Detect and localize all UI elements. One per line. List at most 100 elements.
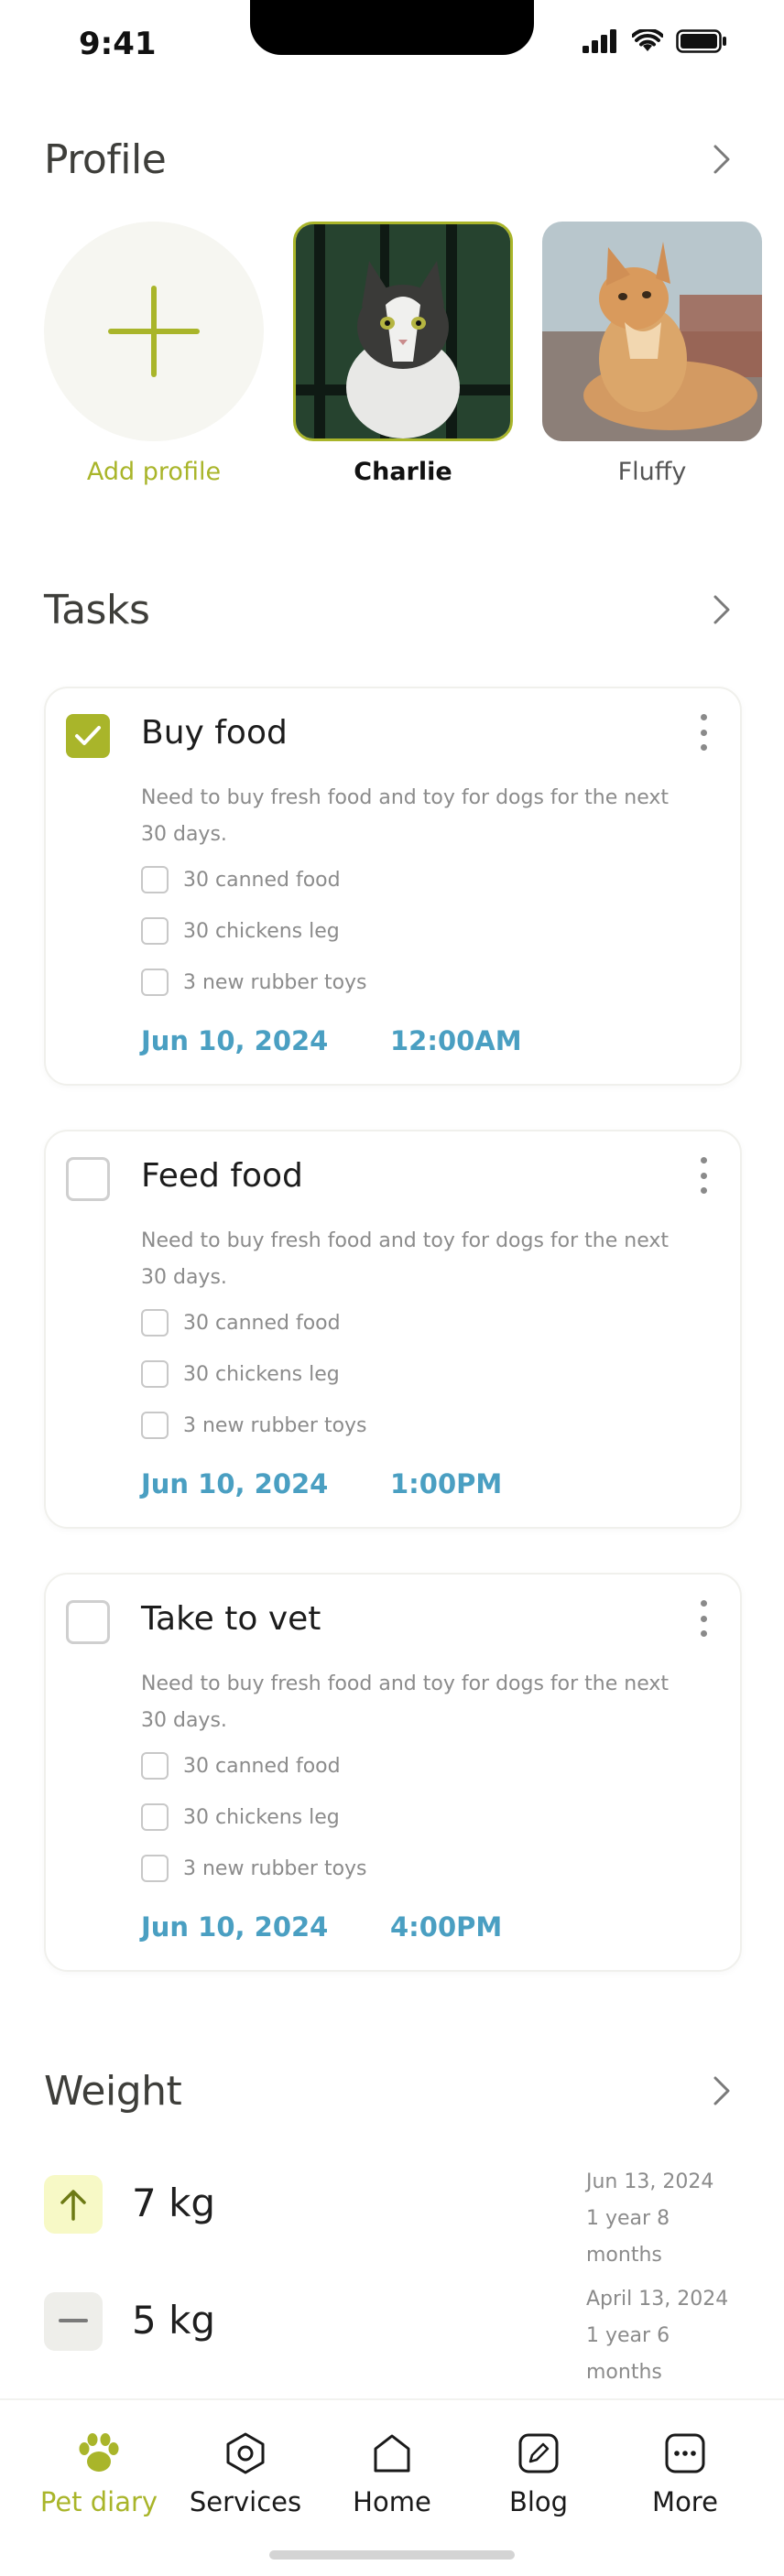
tasks-more-chevron-icon[interactable]: [703, 591, 740, 628]
task-description: Need to buy fresh food and toy for dogs …: [141, 786, 669, 846]
profile-card-charlie[interactable]: Charlie: [293, 222, 513, 486]
nav-item-blog[interactable]: Blog: [465, 2428, 612, 2517]
more-icon: [612, 2428, 758, 2479]
pet-name-fluffy: Fluffy: [617, 458, 687, 486]
pet-photo-charlie[interactable]: [293, 222, 513, 441]
subtask-item[interactable]: 3 new rubber toys: [141, 967, 367, 998]
profile-carousel: Add profile Charlie Fluffy: [44, 222, 784, 496]
nav-item-services[interactable]: Services: [172, 2428, 319, 2517]
weight-date: April 13, 2024: [586, 2288, 729, 2311]
task-date[interactable]: Jun 10, 2024: [141, 1911, 328, 1943]
task-title: Buy food: [141, 714, 288, 752]
subtask-checkbox[interactable]: [141, 1803, 169, 1831]
weight-title: Weight: [44, 2067, 182, 2115]
subtask-checkbox[interactable]: [141, 1309, 169, 1337]
profile-card-fluffy[interactable]: Fluffy: [542, 222, 762, 486]
subtask-item[interactable]: 30 canned food: [141, 864, 341, 895]
minus-icon: [44, 2292, 103, 2351]
subtask-label: 30 chickens leg: [183, 1805, 340, 1829]
profile-more-chevron-icon[interactable]: [703, 141, 740, 178]
task-date[interactable]: Jun 10, 2024: [141, 1468, 328, 1499]
battery-icon: [676, 29, 726, 53]
subtask-label: 30 chickens leg: [183, 1362, 340, 1386]
add-profile-button[interactable]: Add profile: [44, 222, 264, 486]
home-icon: [319, 2428, 465, 2479]
subtask-checkbox[interactable]: [141, 1855, 169, 1882]
more-vertical-icon[interactable]: [698, 1600, 709, 1637]
weight-value: 5 kg: [132, 2298, 216, 2343]
add-profile-circle[interactable]: [44, 222, 264, 441]
nav-item-home[interactable]: Home: [319, 2428, 465, 2517]
weight-section-header: Weight: [44, 2063, 740, 2118]
task-card[interactable]: Feed food Need to buy fresh food and toy…: [44, 1130, 742, 1529]
subtask-label: 30 chickens leg: [183, 919, 340, 943]
weight-more-chevron-icon[interactable]: [703, 2073, 740, 2109]
subtask-item[interactable]: 30 canned food: [141, 1307, 341, 1338]
weight-entry[interactable]: 7 kg Jun 13, 2024 1 year 8 months: [44, 2164, 740, 2267]
profile-section-header: Profile: [44, 132, 740, 187]
nav-label: Home: [353, 2486, 431, 2517]
task-date[interactable]: Jun 10, 2024: [141, 1025, 328, 1056]
subtask-label: 3 new rubber toys: [183, 1413, 367, 1437]
task-description: Need to buy fresh food and toy for dogs …: [141, 1672, 669, 1732]
profile-title: Profile: [44, 135, 167, 183]
status-bar: 9:41: [0, 0, 784, 92]
subtask-checkbox[interactable]: [141, 917, 169, 945]
subtask-item[interactable]: 30 chickens leg: [141, 915, 340, 947]
weight-date-info: April 13, 2024 1 year 6 months: [586, 2281, 740, 2391]
weight-age: 1 year 6 months: [586, 2324, 670, 2384]
task-time[interactable]: 4:00PM: [390, 1911, 502, 1943]
task-card[interactable]: Take to vet Need to buy fresh food and t…: [44, 1573, 742, 1972]
tasks-title: Tasks: [44, 586, 150, 633]
device-notch: [250, 0, 534, 55]
subtask-checkbox[interactable]: [141, 1752, 169, 1780]
paw-icon: [26, 2428, 172, 2479]
nav-label: Services: [189, 2486, 302, 2517]
subtask-item[interactable]: 3 new rubber toys: [141, 1853, 367, 1884]
subtask-checkbox[interactable]: [141, 1412, 169, 1439]
subtask-item[interactable]: 30 chickens leg: [141, 1802, 340, 1833]
home-indicator[interactable]: [269, 2550, 515, 2560]
add-profile-label: Add profile: [86, 458, 222, 486]
pet-photo-fluffy[interactable]: [542, 222, 762, 441]
subtask-checkbox[interactable]: [141, 1360, 169, 1388]
status-time: 9:41: [79, 26, 157, 62]
services-icon: [172, 2428, 319, 2479]
up-arrow-icon: [44, 2175, 103, 2234]
subtask-label: 30 canned food: [183, 868, 341, 892]
checkmark-icon: [75, 726, 101, 745]
task-description: Need to buy fresh food and toy for dogs …: [141, 1229, 669, 1289]
wifi-icon: [632, 29, 663, 51]
subtask-item[interactable]: 3 new rubber toys: [141, 1410, 367, 1441]
subtask-checkbox[interactable]: [141, 866, 169, 893]
subtask-label: 30 canned food: [183, 1754, 341, 1778]
more-vertical-icon[interactable]: [698, 714, 709, 751]
nav-item-pet-diary[interactable]: Pet diary: [26, 2428, 172, 2517]
pet-name-charlie: Charlie: [354, 458, 452, 486]
subtask-label: 30 canned food: [183, 1311, 341, 1335]
task-card[interactable]: Buy food Need to buy fresh food and toy …: [44, 687, 742, 1086]
task-checkbox-unchecked[interactable]: [66, 1157, 110, 1201]
task-checkbox-unchecked[interactable]: [66, 1600, 110, 1644]
subtask-item[interactable]: 30 chickens leg: [141, 1358, 340, 1390]
subtask-checkbox[interactable]: [141, 969, 169, 996]
task-time[interactable]: 12:00AM: [390, 1025, 522, 1056]
signal-icon: [583, 29, 616, 53]
task-checkbox-checked[interactable]: [66, 714, 110, 758]
cat-photo-image: [296, 224, 510, 438]
tasks-section-header: Tasks: [44, 582, 740, 637]
task-time[interactable]: 1:00PM: [390, 1468, 502, 1499]
nav-item-more[interactable]: More: [612, 2428, 758, 2517]
weight-date-info: Jun 13, 2024 1 year 8 months: [586, 2164, 740, 2274]
nav-label: More: [652, 2486, 718, 2517]
subtask-label: 3 new rubber toys: [183, 970, 367, 994]
task-title: Take to vet: [141, 1600, 321, 1638]
cat-photo-image: [542, 222, 762, 441]
weight-entry[interactable]: 5 kg April 13, 2024 1 year 6 months: [44, 2281, 740, 2384]
nav-label: Pet diary: [39, 2486, 158, 2517]
task-title: Feed food: [141, 1157, 303, 1195]
subtask-item[interactable]: 30 canned food: [141, 1750, 341, 1781]
more-vertical-icon[interactable]: [698, 1157, 709, 1194]
subtask-label: 3 new rubber toys: [183, 1856, 367, 1880]
weight-date: Jun 13, 2024: [586, 2170, 714, 2193]
